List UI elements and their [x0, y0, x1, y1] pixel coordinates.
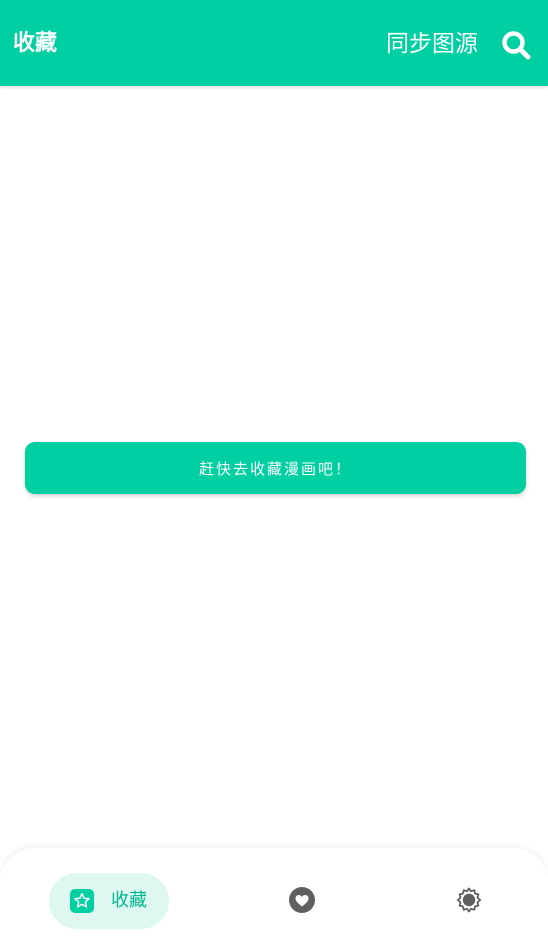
heart-icon [289, 887, 315, 913]
go-collect-button[interactable]: 赶快去收藏漫画吧！ [25, 442, 526, 494]
page-title: 收藏 [13, 31, 58, 56]
gear-icon [456, 887, 482, 913]
search-button[interactable] [501, 30, 531, 60]
top-app-bar: 收藏 同步图源 [0, 0, 548, 86]
sync-sources-button[interactable]: 同步图源 [386, 27, 478, 61]
bottom-navigation: 收藏 [0, 848, 548, 950]
nav-item-likes[interactable] [288, 886, 316, 914]
nav-label-favorites: 收藏 [111, 890, 147, 911]
app-root: 收藏 同步图源 赶快去收藏漫画吧！ 收藏 [0, 0, 548, 950]
nav-item-favorites[interactable]: 收藏 [49, 873, 169, 929]
nav-item-settings[interactable] [455, 886, 483, 914]
star-icon [70, 889, 94, 913]
search-icon [502, 31, 531, 60]
